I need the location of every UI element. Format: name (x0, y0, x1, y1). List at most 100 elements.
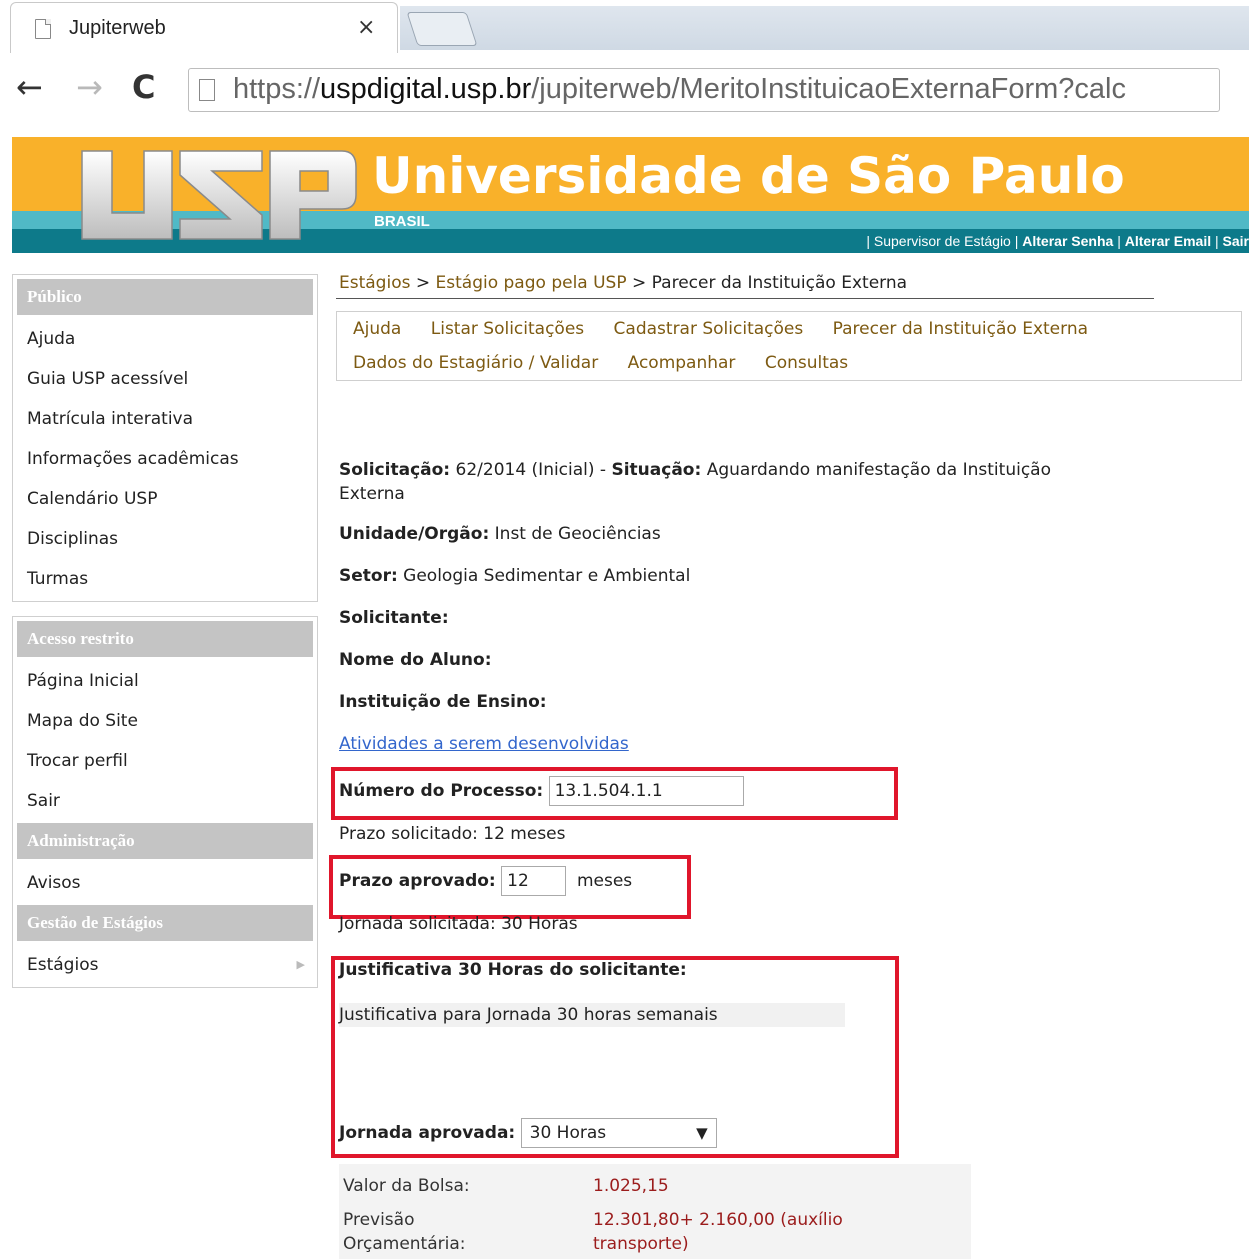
situacao-value: Aguardando manifestação da Instituição (706, 460, 1051, 480)
top-links: | Supervisor de Estágio | Alterar Senha … (866, 233, 1249, 249)
subnav-dados[interactable]: Dados do Estagiário / Validar (353, 353, 598, 373)
subnav-listar[interactable]: Listar Solicitações (431, 319, 584, 339)
back-arrow-icon[interactable]: ← (16, 68, 43, 106)
subnav-acompanhar[interactable]: Acompanhar (628, 353, 736, 373)
setor-value: Geologia Sedimentar e Ambiental (403, 566, 691, 586)
setor-line: Setor: Geologia Sedimentar e Ambiental (339, 566, 690, 586)
subnav-consultas[interactable]: Consultas (765, 353, 848, 373)
unidade-label: Unidade/Orgão: (339, 524, 490, 544)
previsao-label-cont: Orçamentária: (343, 1234, 466, 1254)
browser-tab[interactable]: Jupiterweb × (10, 2, 398, 53)
processo-label: Número do Processo: (339, 781, 544, 801)
link-supervisor[interactable]: Supervisor de Estágio (874, 233, 1011, 249)
previsao-label: Previsão (343, 1210, 415, 1230)
sidebar-item-informacoes[interactable]: Informações acadêmicas (17, 439, 313, 479)
breadcrumb-estagios[interactable]: Estágios (339, 273, 410, 293)
sidebar-heading: Gestão de Estágios (17, 905, 313, 941)
tab-strip (400, 6, 1249, 50)
forward-arrow-icon[interactable]: → (76, 68, 103, 106)
processo-line: Número do Processo: 13.1.504.1.1 (339, 776, 744, 806)
tab-title: Jupiterweb (69, 17, 166, 39)
solicitacao-label: Solicitação: (339, 460, 451, 480)
solicitante-line: Solicitante: (339, 608, 449, 628)
unidade-value: Inst de Geociências (494, 524, 661, 544)
breadcrumb-estagio-pago[interactable]: Estágio pago pela USP (436, 273, 627, 293)
justificativa-text: Justificativa para Jornada 30 horas sema… (339, 1003, 845, 1027)
solicitacao-value: 62/2014 (Inicial) (455, 460, 595, 480)
nome-aluno-line: Nome do Aluno: (339, 650, 492, 670)
sidebar-heading: Acesso restrito (17, 621, 313, 657)
sidebar: Público Ajuda Guia USP acessível Matrícu… (12, 274, 318, 1002)
sidebar-item-disciplinas[interactable]: Disciplinas (17, 519, 313, 559)
solicitacao-line: Solicitação: 62/2014 (Inicial) - Situaçã… (339, 460, 1051, 504)
menu-icon[interactable]: ⋮ (1238, 70, 1249, 103)
sidebar-item-avisos[interactable]: Avisos (17, 863, 313, 903)
chevron-down-icon: ▼ (696, 1124, 708, 1142)
site-subtitle: BRASIL (374, 213, 430, 230)
jornada-aprovada-select[interactable]: 30 Horas ▼ (520, 1118, 717, 1148)
sidebar-item-matricula[interactable]: Matrícula interativa (17, 399, 313, 439)
sidebar-item-estagios[interactable]: Estágios ▶ (17, 945, 313, 985)
url-path: /jupiterweb/MeritoInstituicaoExternaForm… (531, 73, 1126, 105)
sidebar-section-restrito: Acesso restrito Página Inicial Mapa do S… (12, 616, 318, 988)
sidebar-section-publico: Público Ajuda Guia USP acessível Matrícu… (12, 274, 318, 602)
usp-logo[interactable] (72, 143, 362, 247)
sidebar-heading: Público (17, 279, 313, 315)
subnav-cadastrar[interactable]: Cadastrar Solicitações (614, 319, 804, 339)
sidebar-item-ajuda[interactable]: Ajuda (17, 319, 313, 359)
previsao-value: 12.301,80+ 2.160,00 (auxílio (593, 1210, 843, 1230)
atividades-line: Atividades a serem desenvolvidas (339, 734, 629, 754)
url-text[interactable]: https://uspdigital.usp.br/jupiterweb/Mer… (233, 73, 1126, 106)
setor-label: Setor: (339, 566, 398, 586)
justificativa-line: Justificativa 30 Horas do solicitante: (339, 960, 687, 980)
sidebar-heading: Administração (17, 823, 313, 859)
prazo-solicitado: Prazo solicitado: 12 meses (339, 824, 566, 844)
main-content: Estágios > Estágio pago pela USP > Parec… (336, 268, 1242, 381)
sub-navigation: Ajuda Listar Solicitações Cadastrar Soli… (336, 311, 1242, 381)
prazo-aprovado-line: Prazo aprovado: 12 meses (339, 866, 632, 896)
sidebar-item-turmas[interactable]: Turmas (17, 559, 313, 599)
link-alterar-senha[interactable]: Alterar Senha (1022, 233, 1113, 249)
atividades-link[interactable]: Atividades a serem desenvolvidas (339, 734, 629, 754)
jornada-aprovada-line: Jornada aprovada: 30 Horas ▼ (339, 1118, 717, 1148)
sidebar-item-guia[interactable]: Guia USP acessível (17, 359, 313, 399)
sidebar-item-pagina-inicial[interactable]: Página Inicial (17, 661, 313, 701)
page-icon (199, 79, 215, 101)
prazo-aprovado-input[interactable]: 12 (501, 866, 567, 896)
address-bar[interactable]: https://uspdigital.usp.br/jupiterweb/Mer… (188, 68, 1220, 112)
situacao-value-cont: Externa (339, 484, 405, 504)
link-sair[interactable]: Sair (1223, 233, 1249, 249)
instituicao-line: Instituição de Ensino: (339, 692, 547, 712)
nome-aluno-label: Nome do Aluno: (339, 650, 492, 670)
processo-input[interactable]: 13.1.504.1.1 (548, 776, 744, 806)
situacao-label: Situação: (611, 460, 702, 480)
reload-icon[interactable]: C (132, 68, 155, 106)
subnav-parecer[interactable]: Parecer da Instituição Externa (833, 319, 1088, 339)
unidade-line: Unidade/Orgão: Inst de Geociências (339, 524, 661, 544)
jornada-solicitada: Jornada solicitada: 30 Horas (339, 914, 578, 934)
sidebar-item-calendario[interactable]: Calendário USP (17, 479, 313, 519)
bolsa-panel: Valor da Bolsa: 1.025,15 Previsão Orçame… (339, 1164, 971, 1259)
sidebar-item-trocar-perfil[interactable]: Trocar perfil (17, 741, 313, 781)
jornada-aprovada-label: Jornada aprovada: (339, 1123, 516, 1143)
url-scheme: https:// (233, 73, 321, 105)
prazo-unit: meses (576, 871, 633, 891)
solicitante-label: Solicitante: (339, 608, 449, 628)
close-tab-icon[interactable]: × (357, 15, 375, 40)
prazo-aprovado-label: Prazo aprovado: (339, 871, 496, 891)
sidebar-item-label: Estágios (27, 955, 99, 975)
previsao-value-cont: transporte) (593, 1234, 689, 1254)
browser-toolbar: ← → C https://uspdigital.usp.br/jupiterw… (0, 56, 1249, 122)
site-title: Universidade de São Paulo (372, 147, 1125, 205)
justificativa-label: Justificativa 30 Horas do solicitante: (339, 960, 687, 980)
subnav-ajuda[interactable]: Ajuda (353, 319, 401, 339)
bolsa-label: Valor da Bolsa: (343, 1176, 470, 1196)
bolsa-value: 1.025,15 (593, 1176, 669, 1196)
breadcrumb-current: Parecer da Instituição Externa (651, 273, 908, 293)
new-tab-button[interactable] (406, 12, 478, 46)
link-alterar-email[interactable]: Alterar Email (1125, 233, 1211, 249)
sidebar-item-sair[interactable]: Sair (17, 781, 313, 821)
breadcrumb-separator: > (632, 273, 647, 293)
instituicao-label: Instituição de Ensino: (339, 692, 547, 712)
sidebar-item-mapa[interactable]: Mapa do Site (17, 701, 313, 741)
